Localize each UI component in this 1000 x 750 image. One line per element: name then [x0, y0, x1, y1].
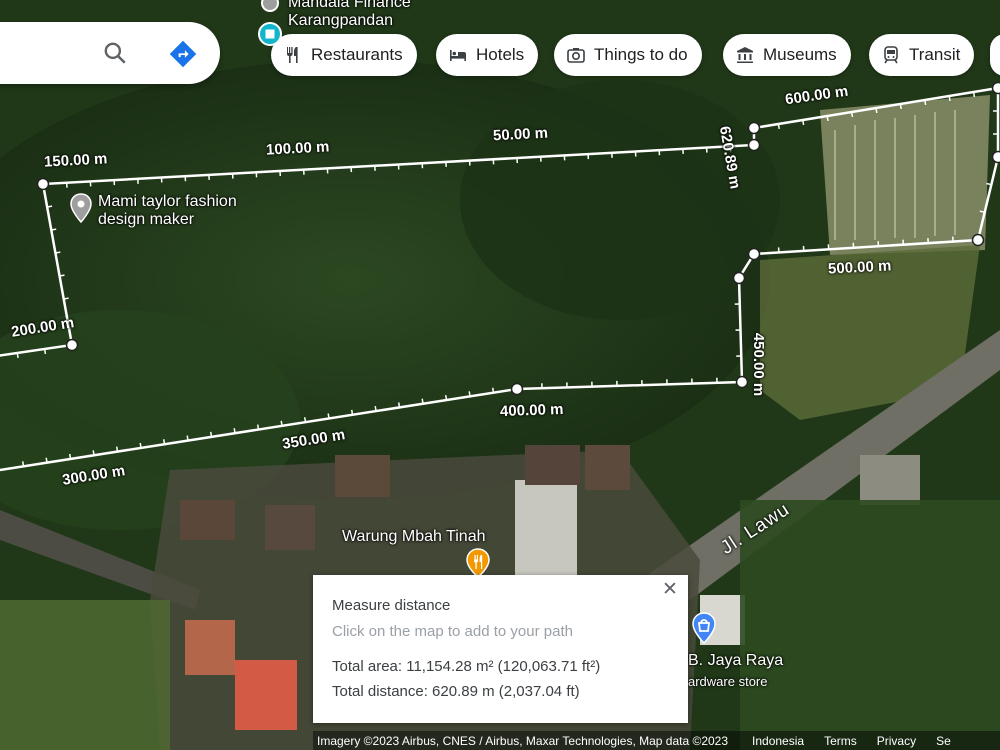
scale-tick: [899, 103, 902, 110]
scale-tick: [162, 439, 166, 445]
fork-knife-icon: [287, 47, 298, 63]
chip-transit[interactable]: Transit: [869, 34, 975, 76]
measure-node[interactable]: [991, 150, 1000, 164]
scale-tick: [374, 406, 377, 412]
scale-tick: [47, 205, 53, 208]
measure-node[interactable]: [747, 121, 761, 135]
panel-title: Measure distance: [332, 597, 451, 614]
scale-tick: [397, 402, 401, 408]
scale-tick: [21, 461, 25, 467]
total-distance: Total distance: 620.89 m (2,037.04 ft): [332, 683, 580, 700]
scale-tick: [63, 297, 69, 300]
place-sublabel-jaya-raya: ardware store: [688, 674, 768, 689]
scale-tick: [59, 274, 65, 277]
chip-restaurants[interactable]: Restaurants: [271, 34, 417, 76]
privacy-link[interactable]: Privacy: [877, 734, 916, 748]
directions-icon[interactable]: [168, 39, 198, 69]
shop-pin-icon[interactable]: [257, 21, 283, 47]
measure-node[interactable]: [971, 233, 985, 247]
imagery-credit: Imagery ©2023 Airbus, CNES / Airbus, Max…: [317, 733, 729, 748]
map-footer: Imagery ©2023 Airbus, CNES / Airbus, Max…: [313, 731, 1000, 750]
scale-tick: [826, 115, 829, 122]
camera-icon: [567, 48, 585, 63]
scale-tick: [139, 442, 142, 449]
scale-tick: [444, 394, 448, 401]
scale-tick: [948, 95, 951, 102]
country-link[interactable]: Indonesia: [752, 734, 804, 748]
place-label-mandala[interactable]: Mandala Finance Karangpandan: [288, 0, 411, 30]
scale-tick: [303, 417, 307, 423]
measure-node[interactable]: [747, 247, 761, 261]
chip-label: Museums: [763, 45, 837, 64]
place-label-mami-taylor[interactable]: Mami taylor fashion design maker: [98, 193, 237, 229]
scale-tick: [280, 420, 283, 426]
search-box[interactable]: [0, 22, 220, 84]
measure-node[interactable]: [735, 375, 749, 389]
distance-label: 100.00 m: [265, 138, 330, 159]
panel-hint: Click on the map to add to your path: [332, 623, 573, 640]
scale-tick: [972, 91, 976, 98]
close-icon[interactable]: ✕: [658, 578, 682, 602]
scale-tick: [45, 457, 48, 463]
distance-label: 450.00 m: [750, 332, 768, 397]
scale-tick: [43, 348, 47, 355]
chip-label: Restaurants: [311, 45, 403, 64]
scale-tick: [256, 424, 260, 430]
chip-hotels[interactable]: Hotels: [436, 34, 539, 76]
distance-label: 50.00 m: [492, 124, 549, 145]
scale-tick: [777, 123, 780, 130]
distance-label: 400.00 m: [499, 400, 564, 421]
scale-tick: [850, 111, 854, 118]
measure-node[interactable]: [991, 81, 1000, 95]
total-area: Total area: 11,154.28 m² (120,063.71 ft²…: [332, 658, 601, 675]
museum-icon: [737, 47, 753, 63]
measure-node[interactable]: [747, 138, 761, 152]
scale-tick: [16, 352, 19, 359]
scale-tick: [421, 398, 424, 404]
scale-tick: [468, 391, 471, 397]
chip-label: Hotels: [476, 45, 525, 64]
measure-node[interactable]: [732, 271, 746, 285]
measure-distance-panel: ✕ Measure distance Click on the map to a…: [313, 575, 688, 723]
location-pin-icon[interactable]: [69, 193, 93, 223]
distance-label: 500.00 m: [827, 257, 892, 278]
scale-tick: [875, 107, 878, 114]
restaurant-pin-icon[interactable]: [464, 548, 492, 578]
chip-label: Transit: [909, 45, 961, 64]
scale-tick: [68, 453, 72, 460]
scale-tick: [924, 99, 927, 106]
scale-tick: [115, 446, 119, 452]
scale-tick: [233, 428, 236, 434]
scale-tick: [51, 228, 57, 231]
shopping-pin-icon[interactable]: [690, 612, 718, 646]
scale-tick: [55, 251, 61, 254]
scale-tick: [491, 387, 495, 393]
place-label-jaya-raya[interactable]: B. Jaya Raya: [688, 652, 783, 670]
scale-tick: [209, 431, 213, 437]
place-label-warung[interactable]: Warung Mbah Tinah: [342, 528, 485, 546]
scale-tick: [802, 119, 805, 126]
chip-things-to-do[interactable]: Things to do: [554, 34, 702, 76]
chip-museums[interactable]: Museums: [723, 34, 851, 76]
scale-tick: [186, 435, 189, 441]
pin-icon[interactable]: [259, 0, 281, 14]
scale-tick: [327, 413, 330, 419]
scale-tick: [92, 450, 95, 456]
measure-node[interactable]: [36, 177, 50, 191]
scale-tick: [350, 409, 354, 415]
measure-node[interactable]: [65, 338, 79, 352]
search-icon[interactable]: [102, 40, 128, 66]
train-icon: [884, 46, 898, 64]
distance-label: 150.00 m: [43, 150, 108, 171]
measure-node[interactable]: [510, 382, 524, 396]
bed-icon: [450, 50, 466, 61]
send-feedback-link[interactable]: Se: [936, 734, 951, 748]
chip-label: Things to do: [594, 45, 688, 64]
terms-link[interactable]: Terms: [824, 734, 857, 748]
